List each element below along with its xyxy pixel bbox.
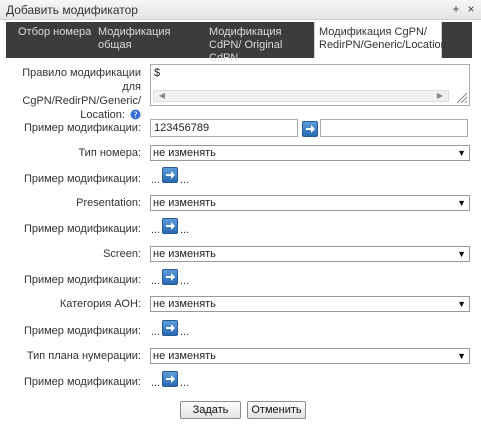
arrow-right-icon	[166, 273, 175, 281]
submit-button[interactable]: Задать	[180, 401, 241, 419]
example-go-button[interactable]	[162, 218, 178, 234]
example-output: ...	[180, 224, 190, 236]
example-input[interactable]: 123456789	[150, 119, 298, 137]
tab-bar: Отбор номера Модификация общая Модификац…	[6, 22, 472, 64]
presentation-select[interactable]: не изменять ▼	[150, 195, 470, 211]
caller-category-label: Категория АОН:	[59, 298, 141, 310]
rule-value: $	[154, 67, 161, 79]
screen-label: Screen:	[103, 248, 141, 260]
tab-general-modification[interactable]: Модификация общая	[94, 22, 204, 58]
example-output	[320, 119, 468, 137]
example-input: ...	[151, 224, 161, 236]
example-output: ...	[180, 377, 190, 389]
tab-cgpn-modification[interactable]: Модификация CgPN/ RedirPN/Generic/Locati…	[314, 22, 447, 58]
numbering-plan-select[interactable]: не изменять ▼	[150, 348, 470, 364]
example-input: ...	[151, 326, 161, 338]
tab-cdpn-modification[interactable]: Модификация CdPN/ Original CdPN	[205, 22, 313, 64]
window-titlebar: Добавить модификатор + ×	[0, 0, 481, 20]
example-go-button[interactable]	[302, 121, 318, 137]
cancel-button[interactable]: Отменить	[247, 401, 306, 419]
caller-category-select[interactable]: не изменять ▼	[150, 296, 470, 312]
pin-button[interactable]: +	[450, 2, 462, 16]
number-type-value: не изменять	[153, 147, 216, 159]
example-input: ...	[151, 174, 161, 186]
example-go-button[interactable]	[162, 269, 178, 285]
example-go-button[interactable]	[162, 167, 178, 183]
screen-value: не изменять	[153, 248, 216, 260]
arrow-right-icon	[166, 222, 175, 230]
chevron-down-icon: ▼	[457, 148, 466, 158]
chevron-down-icon: ▼	[457, 249, 466, 259]
example-label: Пример модификации:	[23, 223, 141, 235]
rule-textarea[interactable]: $ ◀ ▶	[150, 64, 470, 106]
example-label: Пример модификации:	[23, 122, 141, 134]
window-title: Добавить модификатор	[6, 3, 138, 17]
presentation-label: Presentation:	[76, 197, 141, 209]
arrow-right-icon	[166, 324, 175, 332]
number-type-select[interactable]: не изменять ▼	[150, 145, 470, 161]
svg-text:?: ?	[133, 111, 137, 120]
scroll-right-icon[interactable]: ▶	[434, 91, 446, 101]
help-icon[interactable]: ?	[130, 109, 141, 120]
example-output: ...	[180, 174, 190, 186]
resize-grip-icon[interactable]	[454, 90, 468, 104]
numbering-plan-label: Тип плана нумерации:	[26, 350, 141, 362]
example-go-button[interactable]	[162, 320, 178, 336]
example-label: Пример модификации:	[23, 376, 141, 388]
example-output: ...	[180, 275, 190, 287]
arrow-right-icon	[166, 375, 175, 383]
example-input: ...	[151, 377, 161, 389]
example-go-button[interactable]	[162, 371, 178, 387]
close-button[interactable]: ×	[465, 2, 477, 16]
caller-category-value: не изменять	[153, 298, 216, 310]
arrow-right-icon	[306, 125, 315, 133]
example-input: ...	[151, 275, 161, 287]
arrow-right-icon	[166, 171, 175, 179]
example-label: Пример модификации:	[23, 173, 141, 185]
example-label: Пример модификации:	[23, 325, 141, 337]
scroll-left-icon[interactable]: ◀	[156, 91, 168, 101]
screen-select[interactable]: не изменять ▼	[150, 246, 470, 262]
example-output: ...	[180, 326, 190, 338]
chevron-down-icon: ▼	[457, 351, 466, 361]
numbering-plan-value: не изменять	[153, 350, 216, 362]
example-label: Пример модификации:	[23, 274, 141, 286]
presentation-value: не изменять	[153, 197, 216, 209]
horizontal-scrollbar[interactable]: ◀ ▶	[153, 90, 449, 102]
chevron-down-icon: ▼	[457, 299, 466, 309]
rule-label: Правило модификации для CgPN/RedirPN/Gen…	[1, 66, 141, 122]
number-type-label: Тип номера:	[78, 147, 141, 159]
rule-label-text: Правило модификации для CgPN/RedirPN/Gen…	[22, 67, 141, 121]
chevron-down-icon: ▼	[457, 198, 466, 208]
tab-number-selection[interactable]: Отбор номера	[14, 22, 98, 58]
